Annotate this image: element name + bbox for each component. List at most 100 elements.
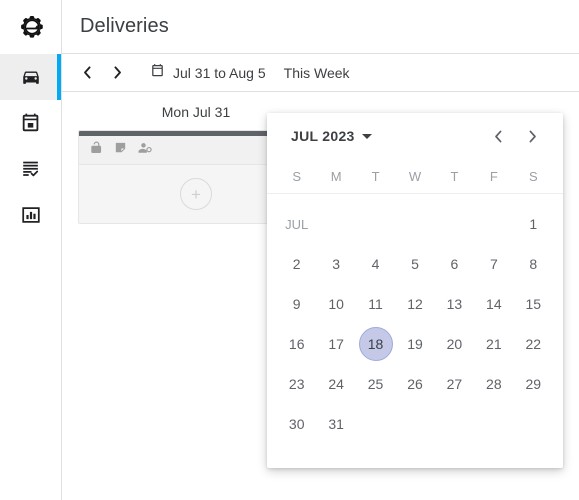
day-cell[interactable]: 14 <box>474 284 513 324</box>
day-number: 19 <box>407 336 423 352</box>
day-number: 17 <box>328 336 344 352</box>
day-cell[interactable]: 5 <box>395 244 434 284</box>
day-cell[interactable]: 22 <box>514 324 553 364</box>
bar-chart-icon <box>20 204 42 226</box>
day-number: 20 <box>446 336 463 352</box>
day-cell[interactable]: 4 <box>356 244 395 284</box>
person-clock-icon[interactable] <box>137 140 153 160</box>
day-cell[interactable]: 28 <box>474 364 513 404</box>
day-number: 28 <box>486 376 502 392</box>
weekday-label: W <box>408 168 422 184</box>
this-week-button[interactable]: This Week <box>284 65 350 81</box>
next-month-button[interactable] <box>515 119 549 153</box>
day-cell-empty <box>316 204 355 244</box>
day-cell[interactable]: 17 <box>316 324 355 364</box>
day-cell[interactable]: 23 <box>277 364 316 404</box>
month-label-cell: JUL <box>285 216 309 232</box>
month-year-selector[interactable]: JUL 2023 <box>291 128 372 144</box>
chevron-right-icon <box>113 66 121 79</box>
day-number: 15 <box>525 296 542 312</box>
datepicker-day-grid: JUL 1 2 3 4 5 6 7 8 9 10 11 12 13 14 15 16 17 18 19 20 21 22 23… <box>267 194 563 444</box>
chevron-right-icon <box>529 130 536 142</box>
day-cell-empty <box>435 404 474 444</box>
prev-month-button[interactable] <box>481 119 515 153</box>
add-delivery-button[interactable]: + <box>180 178 212 210</box>
day-number: 31 <box>328 416 344 432</box>
note-icon[interactable] <box>113 140 128 160</box>
sidebar-item-calendar[interactable] <box>0 100 61 146</box>
day-cell[interactable]: 20 <box>435 324 474 364</box>
day-number: 14 <box>486 296 502 312</box>
weekday-header-row: S M T W T F S <box>267 159 563 194</box>
weekday-label: T <box>450 168 459 184</box>
day-number: 11 <box>368 296 383 312</box>
day-number: 12 <box>407 296 423 312</box>
day-number: 3 <box>332 256 341 272</box>
weekday-label: T <box>371 168 380 184</box>
day-cell[interactable]: 19 <box>395 324 434 364</box>
day-number: 23 <box>288 376 305 392</box>
day-number: 1 <box>529 216 538 232</box>
day-number: 13 <box>446 296 463 312</box>
day-cell-selected[interactable]: 18 <box>356 324 395 364</box>
active-accent-bar <box>57 54 61 100</box>
day-cell[interactable]: 27 <box>435 364 474 404</box>
day-cell-empty <box>474 204 513 244</box>
day-cell[interactable]: 11 <box>356 284 395 324</box>
car-icon <box>20 66 42 88</box>
day-cell[interactable]: 10 <box>316 284 355 324</box>
day-cell[interactable]: 16 <box>277 324 316 364</box>
day-cell[interactable]: 8 <box>514 244 553 284</box>
day-number: 29 <box>525 376 542 392</box>
day-cell[interactable]: 26 <box>395 364 434 404</box>
unlock-icon[interactable] <box>89 140 104 160</box>
weekday-label: S <box>292 168 302 184</box>
day-cell[interactable]: 3 <box>316 244 355 284</box>
sidebar-item-reports[interactable] <box>0 192 61 238</box>
sidebar-item-tasks[interactable] <box>0 146 61 192</box>
day-cell[interactable]: 21 <box>474 324 513 364</box>
day-number: 2 <box>292 256 301 272</box>
month-year-label: JUL 2023 <box>291 128 355 144</box>
gear-logo-icon <box>18 14 44 40</box>
day-number: 21 <box>486 336 502 352</box>
day-number: 9 <box>292 296 301 312</box>
day-number: 10 <box>328 296 344 312</box>
day-cell[interactable]: 7 <box>474 244 513 284</box>
app-root: Deliveries Jul 31 to Aug 5 This Week Mon… <box>0 0 579 500</box>
day-cell[interactable]: 9 <box>277 284 316 324</box>
day-cell-empty <box>514 404 553 444</box>
app-logo[interactable] <box>0 0 61 54</box>
weekday-label: M <box>330 168 342 184</box>
day-number: 25 <box>367 376 384 392</box>
day-cell[interactable]: 13 <box>435 284 474 324</box>
day-number: 24 <box>328 376 344 392</box>
day-cell-empty <box>435 204 474 244</box>
prev-period-button[interactable] <box>72 58 102 88</box>
day-cell-empty <box>395 404 434 444</box>
day-cell[interactable]: 6 <box>435 244 474 284</box>
day-cell[interactable]: 29 <box>514 364 553 404</box>
next-period-button[interactable] <box>102 58 132 88</box>
day-number: 30 <box>288 416 305 432</box>
weekday-label: F <box>489 168 498 184</box>
day-cell[interactable]: 31 <box>316 404 355 444</box>
day-number: 26 <box>407 376 423 392</box>
app-header: Deliveries <box>62 0 579 54</box>
list-check-icon <box>20 158 42 180</box>
day-number: 6 <box>450 256 459 272</box>
day-number: 22 <box>525 336 542 352</box>
day-cell[interactable]: 30 <box>277 404 316 444</box>
sidebar-item-deliveries[interactable] <box>0 54 61 100</box>
day-cell[interactable]: 1 <box>514 204 553 244</box>
day-cell[interactable]: 24 <box>316 364 355 404</box>
datepicker-popup: JUL 2023 S M T W T F S JUL 1 2 3 4 5 6 7… <box>267 113 563 468</box>
day-cell[interactable]: 25 <box>356 364 395 404</box>
weekday-label: S <box>528 168 538 184</box>
day-cell[interactable]: 15 <box>514 284 553 324</box>
day-cell[interactable]: 12 <box>395 284 434 324</box>
date-range-picker-button[interactable]: Jul 31 to Aug 5 <box>150 63 266 83</box>
day-number: 16 <box>288 336 305 352</box>
day-cell[interactable]: 2 <box>277 244 316 284</box>
day-number: 4 <box>371 256 380 272</box>
